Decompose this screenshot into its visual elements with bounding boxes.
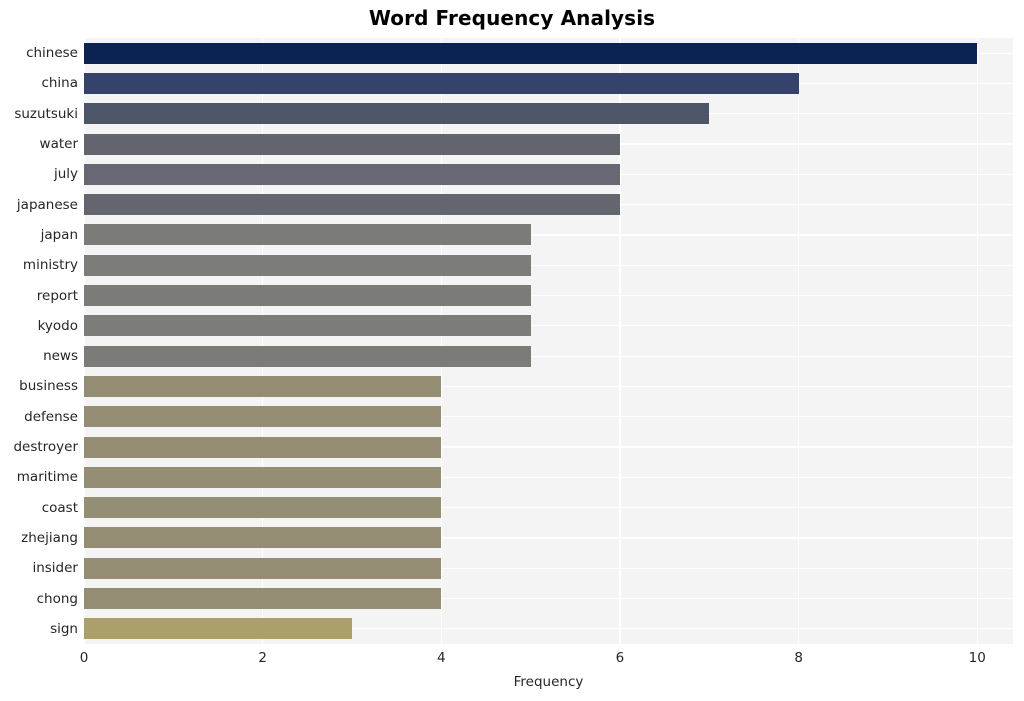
bar [84, 194, 620, 216]
bar [84, 436, 442, 458]
y-tick-label: business [19, 378, 78, 395]
chart-title: Word Frequency Analysis [368, 6, 656, 30]
bar [84, 224, 531, 246]
bar [84, 42, 978, 64]
gridline-vertical [797, 38, 800, 644]
bar [84, 588, 442, 610]
bar [84, 375, 442, 397]
gridline-vertical [440, 38, 442, 644]
y-tick-label: ministry [22, 257, 78, 274]
bar [84, 285, 531, 307]
gridline-vertical [976, 38, 978, 644]
y-tick-label: suzutsuki [14, 105, 78, 122]
y-tick-label: china [41, 75, 78, 92]
y-tick-label: maritime [16, 469, 78, 486]
y-tick-label: kyodo [37, 317, 78, 334]
bar [84, 527, 442, 549]
bar [84, 315, 531, 337]
bar [84, 254, 531, 276]
x-tick-label: 8 [794, 650, 803, 666]
gridline-vertical [619, 38, 621, 644]
bar [84, 497, 442, 519]
bar [84, 466, 442, 488]
y-tick-label: chinese [26, 45, 78, 62]
plot-area [84, 38, 1013, 644]
gridline-vertical [84, 38, 85, 644]
y-tick-label: news [43, 348, 78, 365]
y-tick-label: july [53, 166, 78, 183]
y-tick-label: japanese [16, 196, 78, 213]
bar [84, 557, 442, 579]
x-tick-label: 2 [258, 650, 267, 666]
y-tick-label: report [36, 287, 78, 304]
bar [84, 618, 352, 640]
x-tick-label: 10 [968, 650, 986, 666]
y-tick-label: water [39, 136, 78, 153]
x-tick-label: 6 [615, 650, 625, 666]
bar [84, 345, 531, 367]
y-tick-label: destroyer [13, 439, 78, 456]
y-tick-label: chong [36, 590, 78, 607]
bar [84, 163, 620, 185]
bar [84, 103, 710, 125]
y-tick-label: defense [24, 408, 78, 425]
x-axis-label: Frequency [513, 674, 584, 690]
bar [84, 133, 620, 155]
bar [84, 72, 799, 94]
y-tick-label: coast [41, 499, 78, 516]
bar [84, 406, 442, 428]
y-tick-label: sign [50, 620, 78, 637]
y-tick-label: zhejiang [21, 529, 78, 546]
x-tick-label: 0 [79, 650, 89, 666]
gridline-vertical [261, 38, 264, 644]
chart-figure: Word Frequency Analysis chinese china suzu… [0, 0, 1024, 701]
x-tick-label: 4 [437, 650, 446, 666]
y-tick-label: insider [32, 560, 78, 577]
y-tick-label: japan [40, 226, 78, 243]
